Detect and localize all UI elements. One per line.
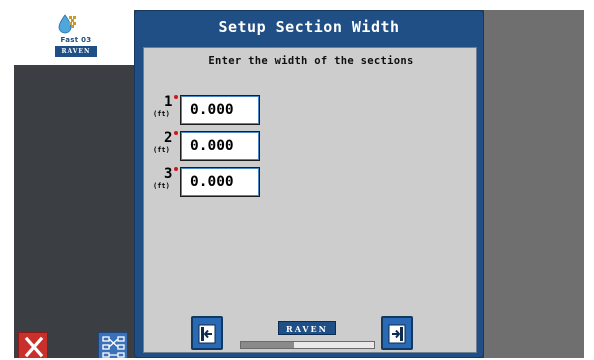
dialog-title: Setup Section Width [218, 18, 400, 36]
section-row-3: 3 (ft) 0.000 [152, 167, 262, 197]
back-arrow-icon [198, 324, 216, 344]
section-row-2: 2 (ft) 0.000 [152, 131, 262, 161]
dialog-footer: RAVEN [144, 316, 478, 354]
section-number: 3 [164, 166, 173, 182]
cancel-button[interactable] [18, 332, 48, 358]
required-marker-icon [174, 95, 178, 99]
section-width-field-2[interactable]: 0.000 [180, 131, 260, 161]
back-button[interactable] [191, 316, 223, 350]
app-frame: Fast 03 RAVEN Setup Section Width Enter … [14, 10, 584, 358]
section-row-1: 1 (ft) 0.000 [152, 95, 262, 125]
raven-logo: RAVEN [278, 321, 336, 335]
setup-section-width-dialog: Setup Section Width Enter the width of t… [134, 10, 484, 358]
progress-fill [241, 342, 295, 348]
section-unit: (ft) [153, 146, 170, 154]
required-marker-icon [174, 131, 178, 135]
section-width-field-3[interactable]: 0.000 [180, 167, 260, 197]
next-arrow-icon [388, 324, 406, 344]
instruction-text: Enter the width of the sections [208, 55, 414, 67]
close-icon [24, 336, 44, 358]
section-number: 2 [164, 130, 173, 146]
section-width-field-1[interactable]: 0.000 [180, 95, 260, 125]
required-marker-icon [174, 167, 178, 171]
section-unit: (ft) [153, 110, 170, 118]
setup-progress-bar [240, 341, 375, 349]
section-unit: (ft) [153, 182, 170, 190]
section-config-button[interactable] [98, 332, 128, 358]
logo-brand-text: RAVEN [55, 46, 97, 57]
water-drop-icon [58, 14, 76, 34]
dialog-body: Enter the width of the sections 1 (ft) 0… [143, 47, 477, 353]
section-config-icon [102, 336, 125, 358]
right-panel [484, 10, 584, 358]
left-panel: Fast 03 RAVEN [14, 10, 134, 358]
logo-product-text: Fast 03 [60, 36, 92, 44]
app-logo[interactable]: Fast 03 RAVEN [14, 10, 134, 65]
next-button[interactable] [381, 316, 413, 350]
section-number: 1 [164, 94, 173, 110]
